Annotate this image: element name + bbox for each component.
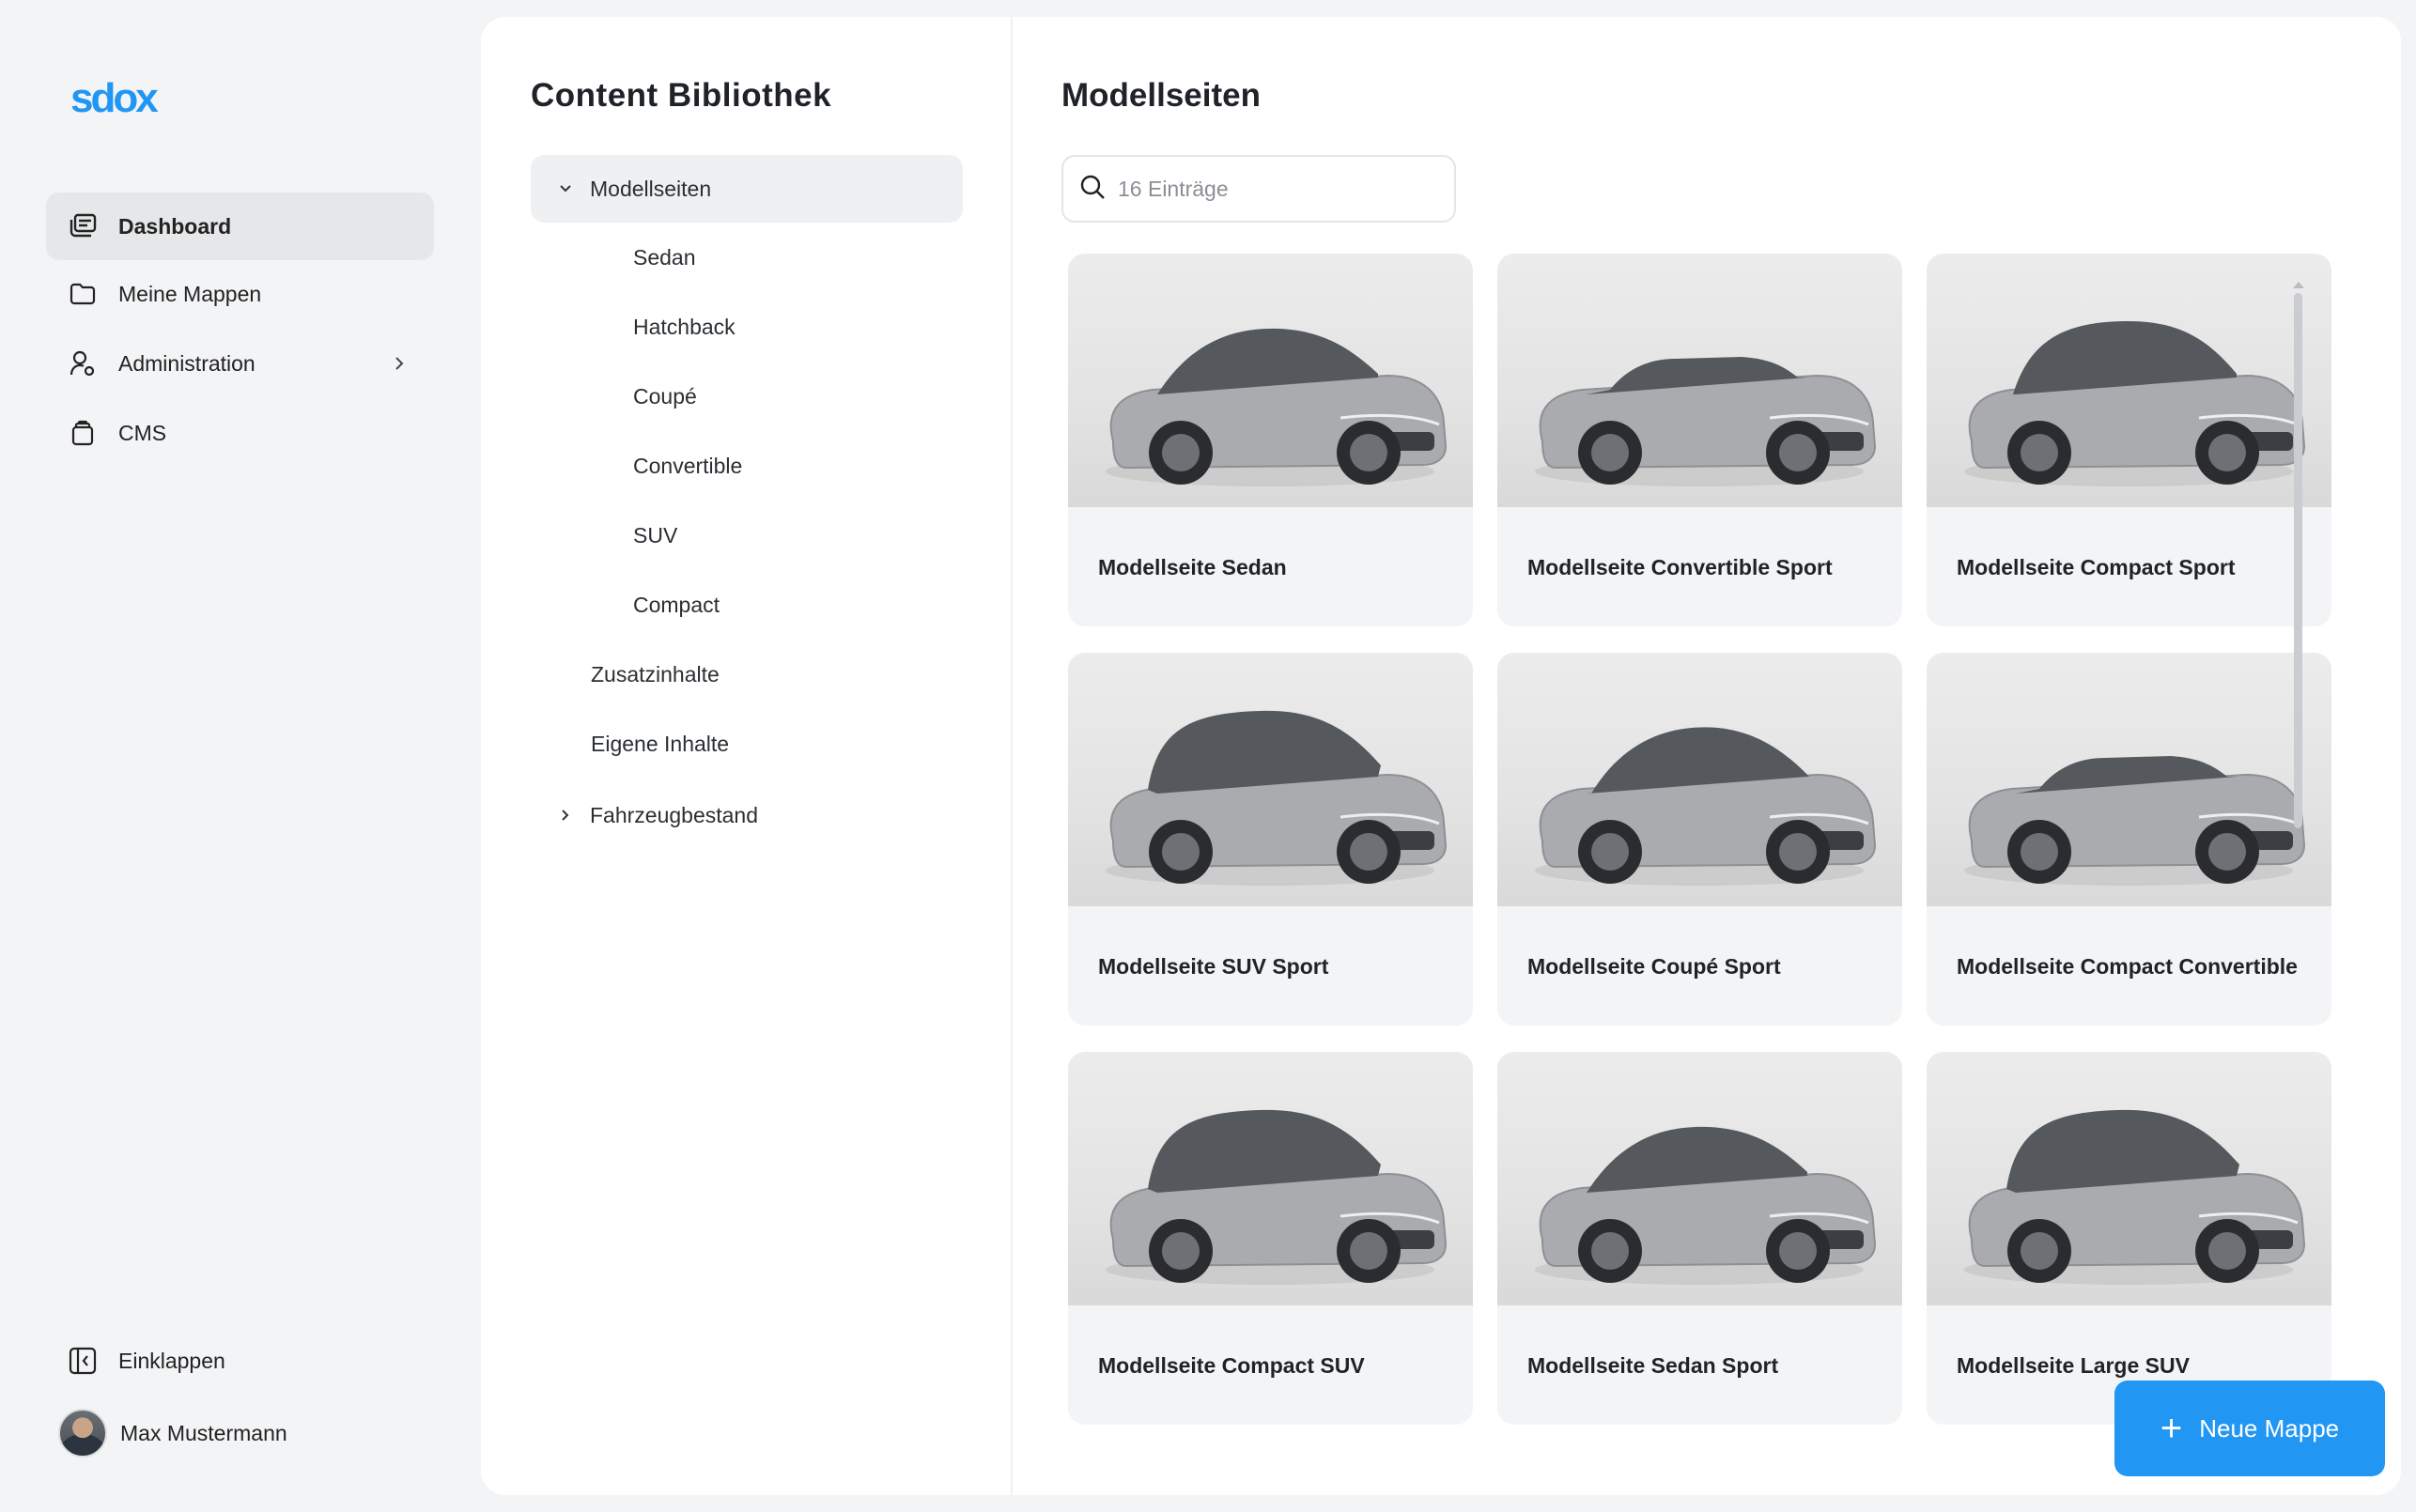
model-card-title: Modellseite Compact Convertible — [1957, 953, 2298, 979]
car-thumbnail-image — [1497, 1052, 1902, 1305]
tree-item-compact[interactable]: Compact — [633, 586, 720, 624]
search-icon — [1078, 173, 1107, 206]
tree-item-fahrzeugbestand[interactable]: Fahrzeugbestand — [531, 781, 963, 849]
model-card-title: Modellseite Compact SUV — [1098, 1352, 1365, 1378]
tree-item-label: Fahrzeugbestand — [590, 802, 759, 827]
sidebar-item-label: Dashboard — [118, 213, 232, 239]
new-folder-label: Neue Mappe — [2199, 1413, 2340, 1443]
sidebar-item-administration[interactable]: Administration — [46, 330, 434, 397]
tree-item-suv[interactable]: SUV — [633, 517, 677, 554]
sidebar-collapse-icon — [67, 1345, 99, 1377]
model-card[interactable]: Modellseite Sedan Sport — [1497, 1052, 1902, 1425]
user-name: Max Mustermann — [120, 1420, 287, 1445]
plus-icon: + — [2160, 1408, 2183, 1449]
search-input[interactable] — [1118, 176, 1437, 202]
page-title: Modellseiten — [1061, 77, 1261, 114]
app-root: sdox Dashboard Meine Mappen Administrati… — [0, 0, 2416, 1512]
model-card[interactable]: Modellseite Coupé Sport — [1497, 653, 1902, 1026]
car-thumbnail-image — [1927, 1052, 2331, 1305]
scrollbar[interactable] — [2292, 282, 2304, 828]
car-thumbnail-image — [1497, 653, 1902, 906]
car-thumbnail-image — [1068, 653, 1473, 906]
tree-item-label: Modellseiten — [590, 176, 712, 201]
car-thumbnail-image — [1497, 254, 1902, 507]
sidebar-item-dashboard[interactable]: Dashboard — [46, 193, 434, 260]
model-card[interactable]: Modellseite SUV Sport — [1068, 653, 1473, 1026]
tree-item-convertible[interactable]: Convertible — [633, 447, 742, 485]
sidebar-item-label: Meine Mappen — [118, 281, 262, 306]
chevron-down-icon[interactable] — [551, 182, 580, 195]
content-library: Content Bibliothek Modellseiten Sedan Ha… — [481, 17, 1013, 1495]
scroll-up-arrow-icon[interactable] — [2293, 282, 2304, 288]
tree-item-modellseiten[interactable]: Modellseiten — [531, 155, 963, 223]
sidebar: sdox Dashboard Meine Mappen Administrati… — [0, 0, 481, 1512]
model-card[interactable]: Modellseite Compact SUV — [1068, 1052, 1473, 1425]
card-grid: Modellseite Sedan Modellseite Convertible… — [1068, 254, 2331, 1456]
chevron-right-icon[interactable] — [551, 807, 580, 824]
model-card-title: Modellseite Convertible Sport — [1527, 554, 1833, 579]
tree-item-zusatzinhalte[interactable]: Zusatzinhalte — [591, 656, 720, 693]
model-card-title: Modellseite Sedan — [1098, 554, 1287, 579]
main-panel: Content Bibliothek Modellseiten Sedan Ha… — [481, 17, 2401, 1495]
model-card[interactable]: Modellseite Compact Convertible — [1927, 653, 2331, 1026]
car-thumbnail-image — [1927, 254, 2331, 507]
model-card-title: Modellseite Sedan Sport — [1527, 1352, 1779, 1378]
model-card-title: Modellseite Compact Sport — [1957, 554, 2236, 579]
user-admin-icon — [67, 347, 99, 379]
model-card[interactable]: Modellseite Large SUV — [1927, 1052, 2331, 1425]
model-card[interactable]: Modellseite Convertible Sport — [1497, 254, 1902, 626]
chevron-right-icon — [393, 352, 406, 380]
car-thumbnail-image — [1927, 653, 2331, 906]
avatar — [58, 1409, 107, 1458]
model-card-title: Modellseite SUV Sport — [1098, 953, 1329, 979]
dashboard-icon — [67, 210, 99, 242]
car-thumbnail-image — [1068, 1052, 1473, 1305]
tree-item-hatchback[interactable]: Hatchback — [633, 308, 736, 346]
new-folder-button[interactable]: + Neue Mappe — [2114, 1381, 2385, 1476]
model-card-title: Modellseite Coupé Sport — [1527, 953, 1781, 979]
sidebar-item-label: Administration — [118, 350, 256, 376]
user-profile[interactable]: Max Mustermann — [46, 1409, 287, 1458]
tree-item-coupe[interactable]: Coupé — [633, 378, 697, 415]
content-area: Modellseiten Modellseite SedanModellseit… — [1013, 17, 2401, 1495]
sidebar-item-meine-mappen[interactable]: Meine Mappen — [46, 260, 434, 328]
app-logo[interactable]: sdox — [70, 75, 159, 122]
sidebar-item-cms[interactable]: CMS — [46, 399, 434, 467]
tree-item-sedan[interactable]: Sedan — [633, 239, 696, 276]
model-card[interactable]: Modellseite Compact Sport — [1927, 254, 2331, 626]
library-title: Content Bibliothek — [531, 77, 832, 114]
collapse-label: Einklappen — [118, 1348, 225, 1373]
tree-item-eigene-inhalte[interactable]: Eigene Inhalte — [591, 725, 729, 763]
search-box — [1061, 155, 1456, 223]
car-thumbnail-image — [1068, 254, 1473, 507]
sidebar-item-label: CMS — [118, 420, 167, 445]
scroll-thumb[interactable] — [2294, 293, 2302, 828]
folder-icon — [67, 278, 99, 310]
collapse-button[interactable]: Einklappen — [46, 1345, 225, 1377]
model-card[interactable]: Modellseite Sedan — [1068, 254, 1473, 626]
cms-icon — [67, 417, 99, 449]
